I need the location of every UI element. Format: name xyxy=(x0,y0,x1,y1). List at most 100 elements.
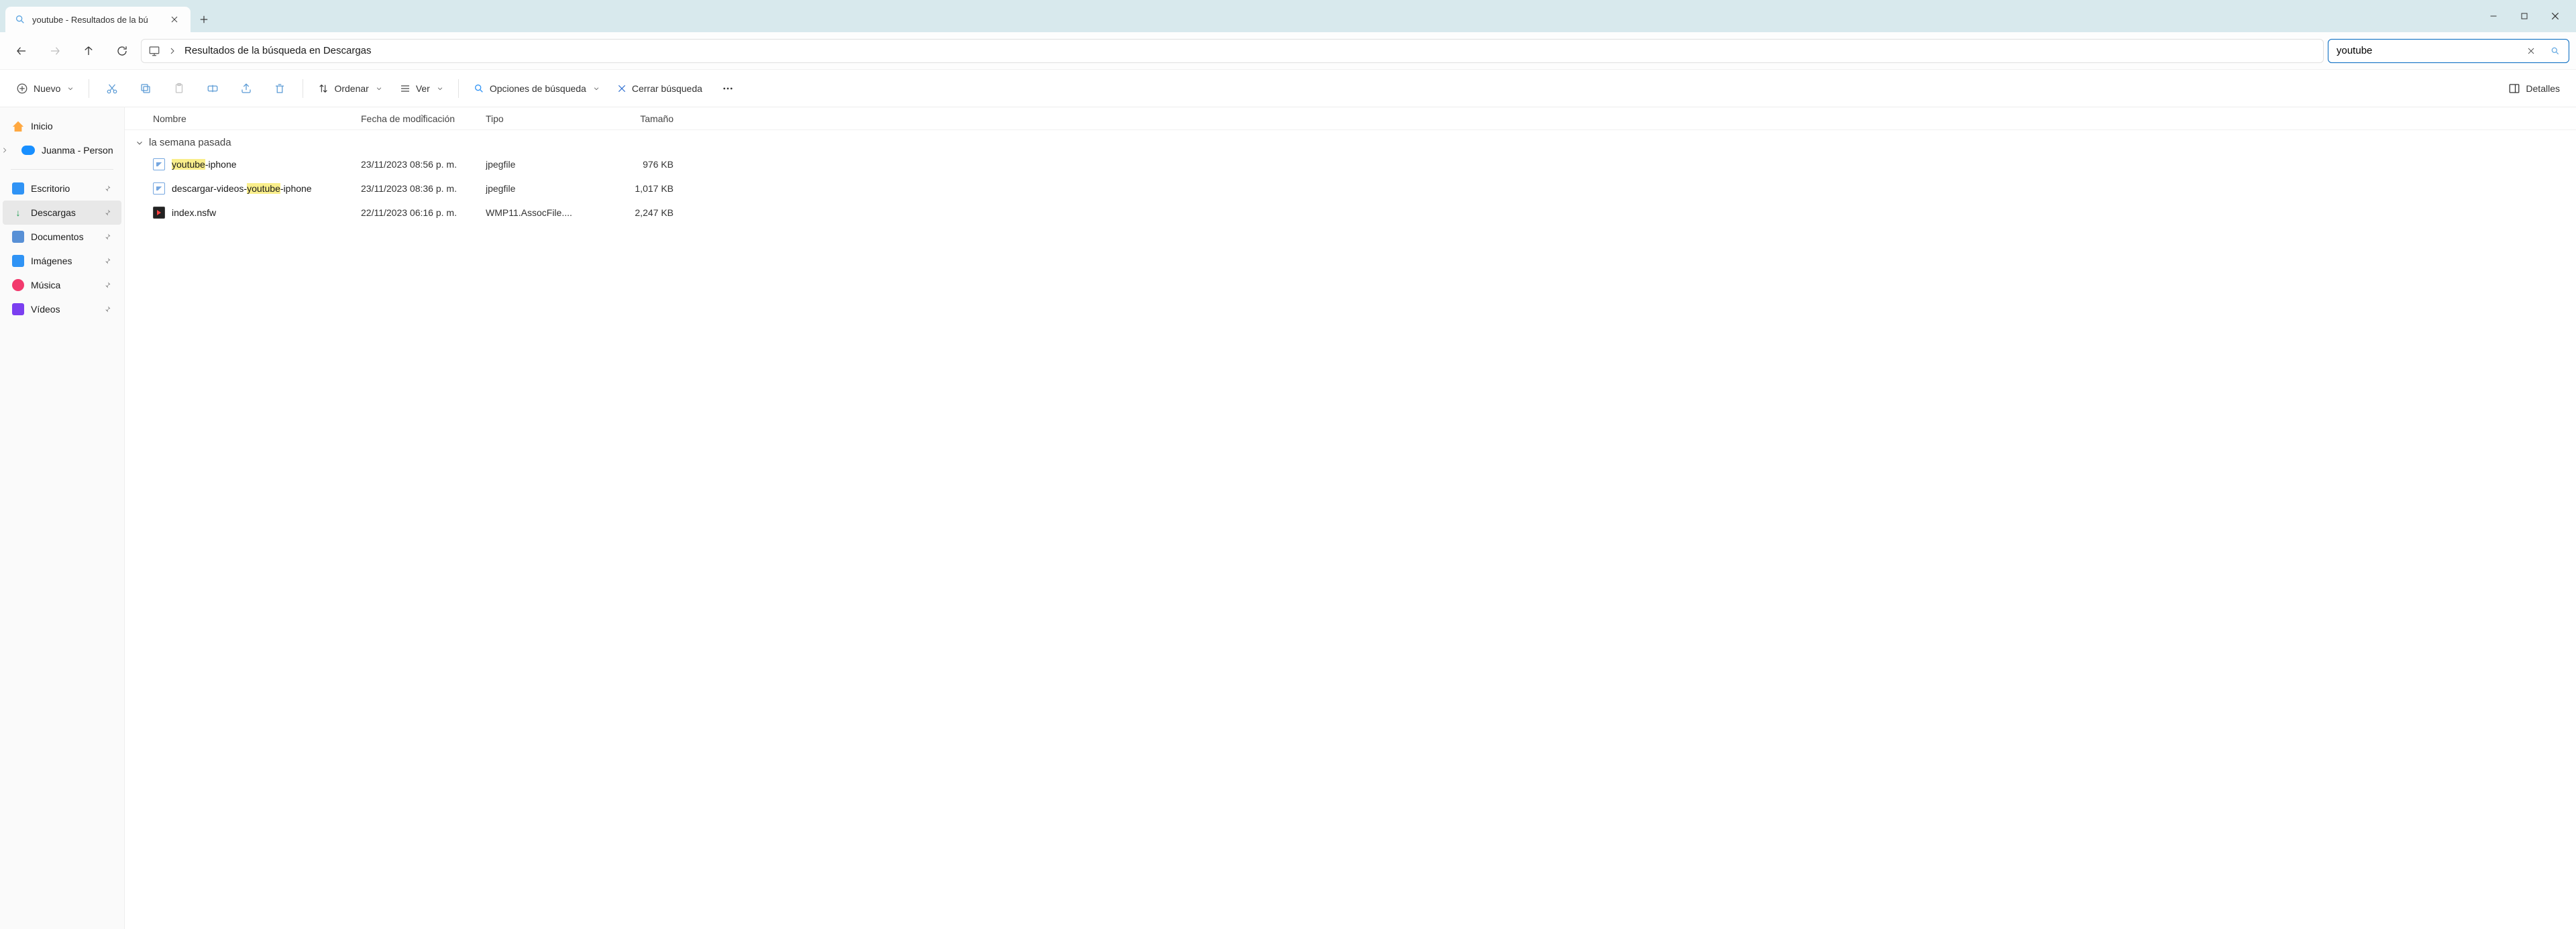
sort-button[interactable]: Ordenar xyxy=(311,75,388,102)
sidebar-item-escritorio[interactable]: Escritorio xyxy=(3,176,121,201)
sidebar-item-label: Música xyxy=(31,280,96,290)
file-list: Nombre Fecha de modificación Tipo Tamaño… xyxy=(125,107,2576,929)
document-icon xyxy=(12,231,24,243)
new-tab-button[interactable] xyxy=(191,7,217,32)
tab-active[interactable]: youtube - Resultados de la bú xyxy=(5,7,191,32)
tab-title: youtube - Resultados de la bú xyxy=(32,15,161,25)
search-highlight: youtube xyxy=(247,183,280,194)
sort-button-label: Ordenar xyxy=(334,83,368,94)
file-row[interactable]: youtube-iphone23/11/2023 08:56 p. m.jpeg… xyxy=(125,152,2576,176)
delete-button[interactable] xyxy=(265,75,294,102)
group-label: la semana pasada xyxy=(149,137,231,148)
tab-close-button[interactable] xyxy=(168,13,181,26)
chevron-right-icon[interactable] xyxy=(168,47,176,55)
window-close-button[interactable] xyxy=(2540,0,2571,32)
picture-icon xyxy=(12,255,24,267)
search-options-button[interactable]: Opciones de búsqueda xyxy=(467,75,606,102)
chevron-down-icon xyxy=(376,85,382,92)
file-type: WMP11.AssocFile.... xyxy=(486,207,593,218)
col-name-header[interactable]: Nombre xyxy=(138,113,361,124)
nav-forward-button[interactable] xyxy=(40,38,70,64)
sidebar: Inicio Juanma - Person Escritorio Descar… xyxy=(0,107,125,929)
file-type: jpegfile xyxy=(486,159,593,170)
pin-icon[interactable] xyxy=(103,209,112,217)
titlebar: youtube - Resultados de la bú xyxy=(0,0,2576,32)
details-pane-button[interactable]: Detalles xyxy=(2502,75,2567,102)
group-header[interactable]: la semana pasada xyxy=(125,130,2576,152)
toolbar: Nuevo Ordenar Ver Opciones de búsqueda xyxy=(0,70,2576,107)
new-button-label: Nuevo xyxy=(34,83,60,94)
download-icon xyxy=(12,207,24,219)
col-type-header[interactable]: Tipo xyxy=(486,113,593,124)
file-rows: youtube-iphone23/11/2023 08:56 p. m.jpeg… xyxy=(125,152,2576,225)
search-options-label: Opciones de búsqueda xyxy=(490,83,586,94)
navbar: Resultados de la búsqueda en Descargas xyxy=(0,32,2576,70)
sidebar-item-label: Escritorio xyxy=(31,183,96,194)
col-date-label: Fecha de modificación xyxy=(361,113,455,124)
nav-refresh-button[interactable] xyxy=(107,38,137,64)
pin-icon[interactable] xyxy=(103,257,112,265)
file-date: 23/11/2023 08:56 p. m. xyxy=(361,159,486,170)
file-row[interactable]: index.nsfw22/11/2023 06:16 p. m.WMP11.As… xyxy=(125,201,2576,225)
rename-button[interactable] xyxy=(198,75,227,102)
breadcrumb-text[interactable]: Resultados de la búsqueda en Descargas xyxy=(184,45,372,56)
file-date: 22/11/2023 06:16 p. m. xyxy=(361,207,486,218)
sidebar-item-musica[interactable]: Música xyxy=(3,273,121,297)
image-file-icon xyxy=(153,158,165,170)
file-row[interactable]: descargar-videos-youtube-iphone23/11/202… xyxy=(125,176,2576,201)
window-maximize-button[interactable] xyxy=(2509,0,2540,32)
pin-icon[interactable] xyxy=(103,305,112,313)
close-search-button[interactable]: Cerrar búsqueda xyxy=(610,75,709,102)
sidebar-item-label: Documentos xyxy=(31,231,96,242)
pin-icon[interactable] xyxy=(103,233,112,241)
search-box[interactable] xyxy=(2328,39,2569,63)
sidebar-item-videos[interactable]: Vídeos xyxy=(3,297,121,321)
address-bar[interactable]: Resultados de la búsqueda en Descargas xyxy=(141,39,2324,63)
paste-button[interactable] xyxy=(164,75,194,102)
pin-icon[interactable] xyxy=(103,281,112,289)
search-input[interactable] xyxy=(2337,45,2516,56)
col-date-header[interactable]: Fecha de modificación xyxy=(361,113,486,124)
toolbar-sep xyxy=(458,79,459,98)
chevron-right-icon[interactable] xyxy=(0,147,9,154)
image-file-icon xyxy=(153,182,165,195)
video-icon xyxy=(12,303,24,315)
sidebar-account-label: Juanma - Person xyxy=(42,145,115,156)
share-button[interactable] xyxy=(231,75,261,102)
cut-button[interactable] xyxy=(97,75,127,102)
home-icon xyxy=(12,120,24,132)
search-go-button[interactable] xyxy=(2546,42,2565,60)
col-size-header[interactable]: Tamaño xyxy=(593,113,674,124)
pin-icon[interactable] xyxy=(103,184,112,193)
search-clear-button[interactable] xyxy=(2522,42,2540,60)
sidebar-separator xyxy=(11,169,113,170)
sidebar-item-onedrive[interactable]: Juanma - Person xyxy=(12,138,124,162)
sidebar-item-label: Vídeos xyxy=(31,304,96,315)
sidebar-item-descargas[interactable]: Descargas xyxy=(3,201,121,225)
sidebar-item-home[interactable]: Inicio xyxy=(3,114,121,138)
view-button[interactable]: Ver xyxy=(393,75,450,102)
file-name: descargar-videos-youtube-iphone xyxy=(172,183,312,194)
monitor-icon xyxy=(12,182,24,195)
cloud-icon xyxy=(21,146,35,155)
monitor-icon xyxy=(148,45,160,57)
nav-up-button[interactable] xyxy=(74,38,103,64)
new-button[interactable]: Nuevo xyxy=(9,75,80,102)
close-icon xyxy=(617,84,627,93)
nav-back-button[interactable] xyxy=(7,38,36,64)
file-size: 1,017 KB xyxy=(593,183,674,194)
music-icon xyxy=(12,279,24,291)
more-button[interactable] xyxy=(713,75,743,102)
chevron-down-icon xyxy=(67,85,74,92)
video-file-icon xyxy=(153,207,165,219)
sidebar-item-imagenes[interactable]: Imágenes xyxy=(3,249,121,273)
sidebar-item-documentos[interactable]: Documentos xyxy=(3,225,121,249)
close-search-label: Cerrar búsqueda xyxy=(632,83,702,94)
column-headers: Nombre Fecha de modificación Tipo Tamaño xyxy=(125,107,2576,130)
window-minimize-button[interactable] xyxy=(2478,0,2509,32)
file-size: 976 KB xyxy=(593,159,674,170)
chevron-down-icon xyxy=(437,85,443,92)
copy-button[interactable] xyxy=(131,75,160,102)
sidebar-item-label: Imágenes xyxy=(31,256,96,266)
details-pane-label: Detalles xyxy=(2526,83,2560,94)
